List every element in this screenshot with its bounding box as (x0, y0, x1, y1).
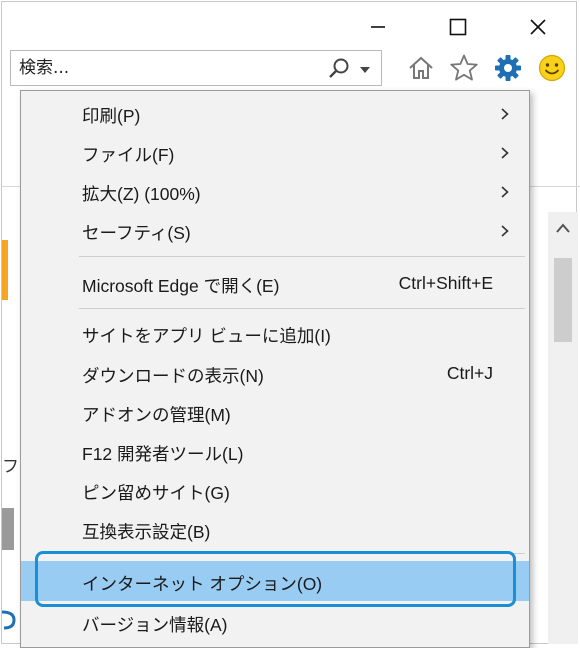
page-accent-strip (2, 240, 8, 300)
menu-item-open-in-edge[interactable]: Microsoft Edge で開く(E) Ctrl+Shift+E (21, 264, 529, 302)
maximize-button[interactable] (438, 12, 478, 42)
menu-item-label: 拡大(Z) (100%) (82, 184, 201, 204)
submenu-arrow-icon (501, 225, 509, 237)
menu-item-developer-tools[interactable]: F12 開発者ツール(L) (21, 432, 529, 470)
menu-item-label: 互換表示設定(B) (82, 522, 211, 542)
menu-item-print[interactable]: 印刷(P) (21, 94, 529, 132)
close-icon (530, 19, 546, 35)
menu-item-label: 印刷(P) (82, 106, 141, 126)
menu-item-label: ファイル(F) (82, 145, 175, 165)
submenu-arrow-icon (501, 147, 509, 159)
menu-separator (79, 256, 525, 257)
highlight-focus-ring (35, 551, 516, 607)
scroll-up-icon[interactable] (555, 222, 571, 234)
menu-item-view-downloads[interactable]: ダウンロードの表示(N) Ctrl+J (21, 354, 529, 392)
menu-item-zoom[interactable]: 拡大(Z) (100%) (21, 172, 529, 210)
menu-item-label: サイトをアプリ ビューに追加(I) (82, 326, 331, 346)
page-text-fragment: フ (2, 457, 19, 477)
submenu-arrow-icon (501, 108, 509, 120)
menu-item-manage-addons[interactable]: アドオンの管理(M) (21, 393, 529, 431)
feedback-smiley-icon (538, 54, 566, 82)
favorites-button[interactable] (448, 52, 480, 84)
search-input[interactable] (19, 57, 289, 79)
page-gray-chip (2, 508, 14, 550)
maximize-icon (449, 18, 467, 36)
menu-item-label: アドオンの管理(M) (82, 405, 231, 425)
submenu-arrow-icon (501, 186, 509, 198)
settings-button[interactable] (492, 52, 524, 84)
menu-item-label: バージョン情報(A) (82, 615, 228, 635)
search-icon[interactable] (327, 57, 351, 81)
menu-item-label: セーフティ(S) (82, 223, 191, 243)
menu-item-add-site-app-view[interactable]: サイトをアプリ ビューに追加(I) (21, 314, 529, 352)
search-dropdown-icon[interactable] (359, 66, 371, 74)
close-button[interactable] (518, 12, 558, 42)
menu-item-shortcut: Ctrl+J (446, 363, 493, 383)
menu-item-pinned-sites[interactable]: ピン留めサイト(G) (21, 471, 529, 509)
menu-item-compatibility-view[interactable]: 互換表示設定(B) (21, 510, 529, 548)
settings-gear-icon (495, 55, 521, 81)
search-box[interactable] (10, 50, 382, 86)
favorites-star-icon (450, 54, 478, 81)
menu-item-about[interactable]: バージョン情報(A) (21, 603, 529, 641)
edge-logo-fragment (2, 610, 16, 630)
browser-window: フ 印刷(P) ファイル(F) 拡大(Z) (100%) セーフティ(S) (1, 1, 580, 648)
menu-separator (79, 308, 525, 309)
menu-item-label: ピン留めサイト(G) (82, 483, 230, 503)
menu-item-shortcut: Ctrl+Shift+E (398, 273, 493, 293)
vertical-scrollbar[interactable] (548, 212, 578, 644)
menu-item-label: F12 開発者ツール(L) (82, 444, 244, 464)
home-button[interactable] (405, 52, 437, 84)
minimize-button[interactable] (358, 12, 398, 42)
menu-item-label: ダウンロードの表示(N) (82, 366, 264, 386)
feedback-button[interactable] (536, 52, 568, 84)
menu-item-safety[interactable]: セーフティ(S) (21, 211, 529, 249)
home-icon (409, 56, 433, 79)
menu-item-label: Microsoft Edge で開く(E) (82, 276, 280, 296)
menu-item-file[interactable]: ファイル(F) (21, 133, 529, 171)
minimize-icon (371, 26, 385, 28)
scrollbar-thumb[interactable] (554, 258, 572, 342)
